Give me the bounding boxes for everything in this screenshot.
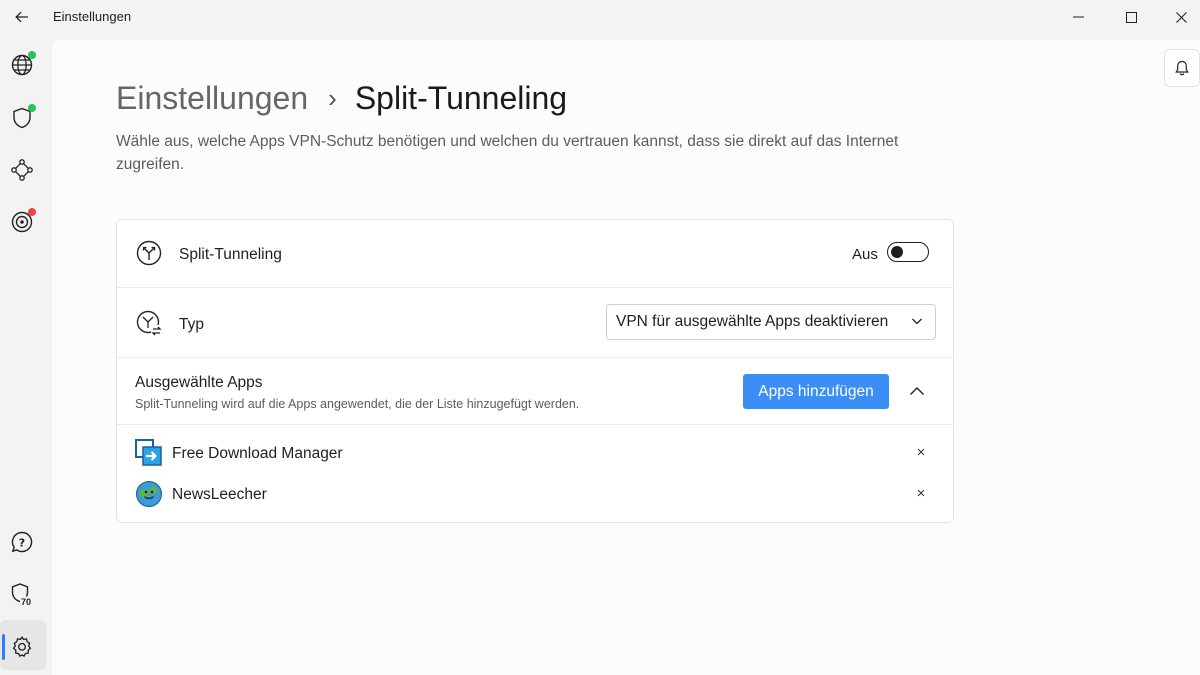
split-tunneling-card: Split-Tunneling Aus Typ VPN für ausgewäh…: [116, 219, 954, 523]
minimize-button[interactable]: [1055, 2, 1101, 32]
newsleecher-icon: [136, 481, 162, 507]
list-item: NewsLeecher ×: [117, 475, 953, 513]
toggle-knob: [891, 246, 903, 258]
main-panel: Einstellungen › Split-Tunneling Wähle au…: [52, 40, 1200, 675]
split-tunneling-row: Split-Tunneling Aus: [117, 220, 953, 288]
network-nodes-icon: [11, 159, 33, 181]
type-row: Typ VPN für ausgewählte Apps deaktiviere…: [117, 288, 953, 358]
window-title: Einstellungen: [53, 9, 132, 24]
split-tunneling-label: Split-Tunneling: [179, 246, 282, 263]
toggle-state-label: Aus: [852, 246, 878, 263]
close-button[interactable]: [1158, 2, 1200, 32]
help-chat-icon: ?: [11, 531, 33, 553]
chevron-up-icon: [910, 387, 924, 395]
notifications-button[interactable]: [1164, 49, 1200, 87]
type-select[interactable]: VPN für ausgewählte Apps deaktivieren: [606, 304, 936, 340]
type-label: Typ: [179, 316, 204, 333]
free-download-manager-icon: [135, 439, 162, 466]
rail-item-shield[interactable]: [8, 104, 36, 132]
breadcrumb: Einstellungen › Split-Tunneling: [116, 80, 567, 117]
type-select-value: VPN für ausgewählte Apps deaktivieren: [616, 313, 889, 330]
page-description: Wähle aus, welche Apps VPN-Schutz benöti…: [116, 133, 899, 173]
shield-badge-value: 70: [21, 597, 32, 607]
collapse-button[interactable]: [905, 378, 929, 404]
split-tunneling-toggle[interactable]: [887, 242, 929, 262]
breadcrumb-parent[interactable]: Einstellungen: [116, 80, 308, 117]
rail-item-network[interactable]: [8, 156, 36, 184]
page-title: Split-Tunneling: [354, 80, 568, 116]
navigation-rail: ? 70: [0, 40, 52, 675]
gear-icon: [12, 636, 32, 657]
rail-item-target[interactable]: [8, 208, 36, 236]
selected-apps-header: Ausgewählte Apps Split-Tunneling wird au…: [117, 358, 953, 425]
split-tunnel-icon: [135, 239, 163, 267]
remove-app-button[interactable]: ×: [912, 483, 930, 503]
status-dot: [28, 104, 36, 112]
selected-apps-subtitle: Split-Tunneling wird auf die Apps angewe…: [135, 397, 580, 411]
bell-icon: [1175, 60, 1189, 76]
app-name: Free Download Manager: [172, 445, 343, 462]
selected-apps-title: Ausgewählte Apps: [135, 374, 263, 391]
app-name: NewsLeecher: [172, 486, 267, 503]
remove-app-button[interactable]: ×: [912, 442, 930, 462]
rail-item-help[interactable]: ?: [8, 528, 36, 556]
status-dot: [28, 51, 36, 59]
title-bar: Einstellungen: [0, 0, 1200, 36]
chevron-down-icon: [912, 318, 922, 325]
tunnel-type-icon: [135, 309, 163, 337]
status-dot: [28, 208, 36, 216]
rail-item-settings[interactable]: [8, 633, 36, 661]
add-apps-button[interactable]: Apps hinzufügen: [743, 374, 889, 409]
back-arrow-icon[interactable]: [10, 6, 34, 28]
rail-item-shield-badge[interactable]: 70: [8, 581, 36, 609]
list-item: Free Download Manager ×: [117, 434, 953, 472]
rail-item-globe[interactable]: [8, 51, 36, 79]
svg-text:?: ?: [19, 536, 25, 549]
maximize-button[interactable]: [1108, 2, 1154, 32]
active-item-indicator: [2, 634, 5, 660]
chevron-right-icon: ›: [328, 83, 337, 113]
